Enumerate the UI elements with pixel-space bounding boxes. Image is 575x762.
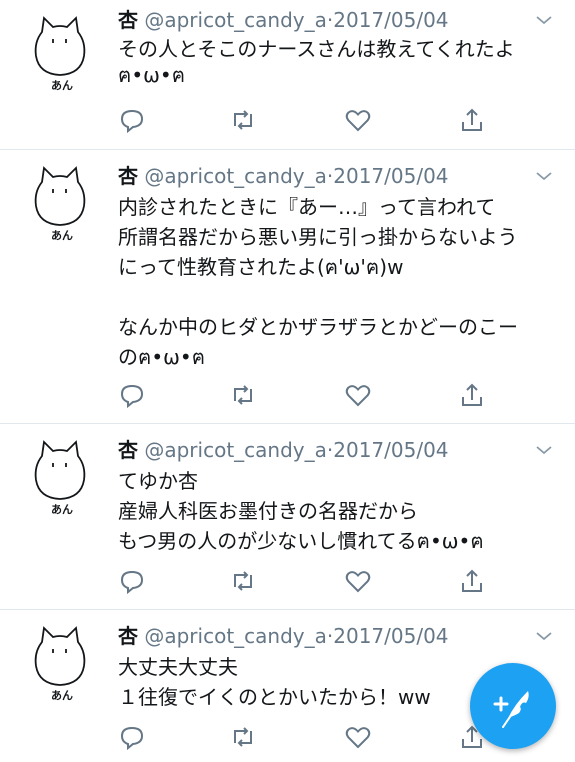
- tweet-header: 杏 @apricot_candy_a·2017/05/04: [118, 624, 449, 648]
- tweet-date[interactable]: 2017/05/04: [333, 624, 448, 648]
- tweet-actions: [118, 381, 498, 409]
- reply-icon[interactable]: [118, 106, 146, 134]
- tweet-header: 杏 @apricot_candy_a·2017/05/04: [118, 438, 449, 462]
- tweet-text: てゆか杏 産婦人科医お墨付きの名器だから もつ男の人のが少ないし慣れてるฅ•ω•…: [118, 469, 484, 553]
- avatar[interactable]: あん: [28, 436, 92, 516]
- share-icon[interactable]: [458, 381, 486, 409]
- chevron-down-icon[interactable]: [535, 444, 553, 456]
- share-icon[interactable]: [458, 106, 486, 134]
- tweet[interactable]: あん 杏 @apricot_candy_a·2017/05/04 内診されたとき…: [0, 150, 575, 424]
- heart-icon[interactable]: [344, 381, 372, 409]
- chevron-down-icon[interactable]: [535, 630, 553, 642]
- tweet-actions: [118, 106, 498, 134]
- display-name[interactable]: 杏: [118, 164, 138, 188]
- handle[interactable]: @apricot_candy_a: [144, 624, 327, 648]
- tweet-date[interactable]: 2017/05/04: [333, 8, 448, 32]
- heart-icon[interactable]: [344, 723, 372, 751]
- tweet[interactable]: あん 杏 @apricot_candy_a·2017/05/04 その人とそこの…: [0, 0, 575, 150]
- avatar-caption: あん: [51, 79, 73, 92]
- handle[interactable]: @apricot_candy_a: [144, 164, 327, 188]
- tweet[interactable]: あん 杏 @apricot_candy_a·2017/05/04 てゆか杏 産婦…: [0, 424, 575, 610]
- tweet-text: その人とそこのナースさんは教えてくれたよ ฅ•ω•ฅ: [118, 37, 515, 87]
- chevron-down-icon[interactable]: [535, 170, 553, 182]
- reply-icon[interactable]: [118, 381, 146, 409]
- display-name[interactable]: 杏: [118, 438, 138, 462]
- tweet-header: 杏 @apricot_candy_a·2017/05/04: [118, 164, 449, 188]
- tweet-header: 杏 @apricot_candy_a·2017/05/04: [118, 8, 449, 32]
- tweet-date[interactable]: 2017/05/04: [333, 164, 448, 188]
- handle[interactable]: @apricot_candy_a: [144, 8, 327, 32]
- retweet-icon[interactable]: [229, 106, 257, 134]
- compose-tweet-icon: [493, 691, 529, 728]
- reply-icon[interactable]: [118, 723, 146, 751]
- compose-tweet-button[interactable]: [470, 663, 556, 749]
- tweet-actions: [118, 567, 498, 595]
- avatar-caption: あん: [51, 689, 73, 702]
- heart-icon[interactable]: [344, 106, 372, 134]
- heart-icon[interactable]: [344, 567, 372, 595]
- avatar[interactable]: あん: [28, 12, 92, 92]
- tweet-text: 内診されたときに『あー…』って言われて 所謂名器だから悪い男に引っ掛からないよう…: [118, 195, 518, 369]
- tweet-actions: [118, 723, 498, 751]
- retweet-icon[interactable]: [229, 567, 257, 595]
- tweet-date[interactable]: 2017/05/04: [333, 438, 448, 462]
- chevron-down-icon[interactable]: [535, 14, 553, 26]
- display-name[interactable]: 杏: [118, 8, 138, 32]
- retweet-icon[interactable]: [229, 381, 257, 409]
- avatar[interactable]: あん: [28, 622, 92, 702]
- avatar-caption: あん: [51, 503, 73, 516]
- avatar[interactable]: あん: [28, 162, 92, 242]
- share-icon[interactable]: [458, 567, 486, 595]
- avatar-caption: あん: [51, 229, 73, 242]
- display-name[interactable]: 杏: [118, 624, 138, 648]
- handle[interactable]: @apricot_candy_a: [144, 438, 327, 462]
- reply-icon[interactable]: [118, 567, 146, 595]
- retweet-icon[interactable]: [229, 723, 257, 751]
